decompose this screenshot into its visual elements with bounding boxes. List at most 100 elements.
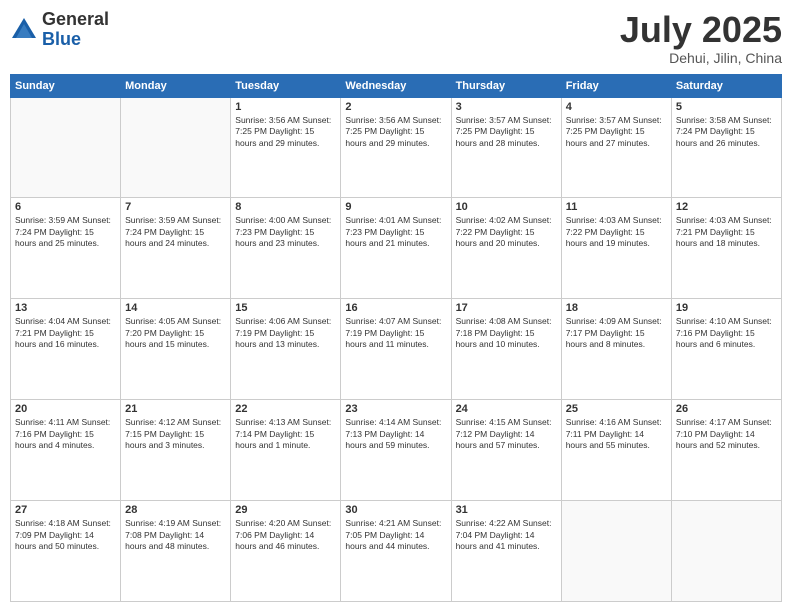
day-number: 16 [345,302,446,314]
day-number: 18 [566,302,667,314]
day-cell: 11 Sunrise: 4:03 AM Sunset: 7:22 PM Dayli… [561,198,671,299]
day-number: 19 [676,302,777,314]
day-info: Sunrise: 4:07 AM Sunset: 7:19 PM Dayligh… [345,316,446,350]
day-info: Sunrise: 4:17 AM Sunset: 7:10 PM Dayligh… [676,417,777,451]
day-number: 13 [15,302,116,314]
day-number: 1 [235,101,336,113]
day-info: Sunrise: 3:59 AM Sunset: 7:24 PM Dayligh… [15,215,116,249]
day-cell: 29 Sunrise: 4:20 AM Sunset: 7:06 PM Dayli… [231,501,341,602]
day-cell: 5 Sunrise: 3:58 AM Sunset: 7:24 PM Daylig… [671,97,781,198]
day-cell: 9Sunrise: 4:01 AM Sunset: 7:23 PM Daylig… [341,198,451,299]
day-info: Sunrise: 4:02 AM Sunset: 7:22 PM Dayligh… [456,215,557,249]
day-info: Sunrise: 4:20 AM Sunset: 7:06 PM Dayligh… [235,518,336,552]
day-info: Sunrise: 4:06 AM Sunset: 7:19 PM Dayligh… [235,316,336,350]
header: General Blue July 2025 Dehui, Jilin, Chi… [10,10,782,66]
day-info: Sunrise: 4:01 AM Sunset: 7:23 PM Dayligh… [345,215,446,249]
day-info: Sunrise: 4:08 AM Sunset: 7:18 PM Dayligh… [456,316,557,350]
day-cell: 18Sunrise: 4:09 AM Sunset: 7:17 PM Dayli… [561,299,671,400]
logo-blue: Blue [42,30,109,50]
day-cell: 12 Sunrise: 4:03 AM Sunset: 7:21 PM Dayli… [671,198,781,299]
week-row-4: 20 Sunrise: 4:11 AM Sunset: 7:16 PM Dayli… [11,400,782,501]
day-info: Sunrise: 3:59 AM Sunset: 7:24 PM Dayligh… [125,215,226,249]
day-cell: 20 Sunrise: 4:11 AM Sunset: 7:16 PM Dayli… [11,400,121,501]
logo-text: General Blue [42,10,109,50]
day-info: Sunrise: 4:12 AM Sunset: 7:15 PM Dayligh… [125,417,226,451]
day-number: 10 [456,201,557,213]
day-info: Sunrise: 3:56 AM Sunset: 7:25 PM Dayligh… [345,115,446,149]
day-number: 15 [235,302,336,314]
day-number: 7 [125,201,226,213]
day-number: 26 [676,403,777,415]
location: Dehui, Jilin, China [620,50,782,66]
day-cell: 1 Sunrise: 3:56 AM Sunset: 7:25 PM Daylig… [231,97,341,198]
day-cell: 22Sunrise: 4:13 AM Sunset: 7:14 PM Dayli… [231,400,341,501]
col-wednesday: Wednesday [341,74,451,97]
day-info: Sunrise: 4:16 AM Sunset: 7:11 PM Dayligh… [566,417,667,451]
day-number: 23 [345,403,446,415]
day-cell: 28Sunrise: 4:19 AM Sunset: 7:08 PM Dayli… [121,501,231,602]
day-cell: 7 Sunrise: 3:59 AM Sunset: 7:24 PM Daylig… [121,198,231,299]
day-number: 11 [566,201,667,213]
logo: General Blue [10,10,109,50]
week-row-1: 1 Sunrise: 3:56 AM Sunset: 7:25 PM Daylig… [11,97,782,198]
day-number: 6 [15,201,116,213]
day-cell: 27 Sunrise: 4:18 AM Sunset: 7:09 PM Dayli… [11,501,121,602]
week-row-5: 27 Sunrise: 4:18 AM Sunset: 7:09 PM Dayli… [11,501,782,602]
day-number: 5 [676,101,777,113]
col-sunday: Sunday [11,74,121,97]
title-block: July 2025 Dehui, Jilin, China [620,10,782,66]
day-info: Sunrise: 4:15 AM Sunset: 7:12 PM Dayligh… [456,417,557,451]
day-info: Sunrise: 4:14 AM Sunset: 7:13 PM Dayligh… [345,417,446,451]
week-row-2: 6 Sunrise: 3:59 AM Sunset: 7:24 PM Daylig… [11,198,782,299]
day-number: 24 [456,403,557,415]
day-number: 12 [676,201,777,213]
day-info: Sunrise: 3:56 AM Sunset: 7:25 PM Dayligh… [235,115,336,149]
day-cell: 26 Sunrise: 4:17 AM Sunset: 7:10 PM Dayli… [671,400,781,501]
day-cell: 19 Sunrise: 4:10 AM Sunset: 7:16 PM Dayli… [671,299,781,400]
day-info: Sunrise: 4:10 AM Sunset: 7:16 PM Dayligh… [676,316,777,350]
day-number: 2 [345,101,446,113]
calendar: Sunday Monday Tuesday Wednesday Thursday… [10,74,782,602]
month-title: July 2025 [620,10,782,50]
logo-icon [10,16,38,44]
day-cell: 24 Sunrise: 4:15 AM Sunset: 7:12 PM Dayli… [451,400,561,501]
day-info: Sunrise: 4:05 AM Sunset: 7:20 PM Dayligh… [125,316,226,350]
day-number: 20 [15,403,116,415]
day-cell: 16 Sunrise: 4:07 AM Sunset: 7:19 PM Dayli… [341,299,451,400]
col-monday: Monday [121,74,231,97]
day-info: Sunrise: 4:18 AM Sunset: 7:09 PM Dayligh… [15,518,116,552]
col-friday: Friday [561,74,671,97]
day-cell: 21Sunrise: 4:12 AM Sunset: 7:15 PM Dayli… [121,400,231,501]
col-saturday: Saturday [671,74,781,97]
day-number: 31 [456,504,557,516]
day-number: 8 [235,201,336,213]
day-cell [561,501,671,602]
day-info: Sunrise: 4:11 AM Sunset: 7:16 PM Dayligh… [15,417,116,451]
day-cell: 10 Sunrise: 4:02 AM Sunset: 7:22 PM Dayli… [451,198,561,299]
day-number: 14 [125,302,226,314]
day-cell: 17 Sunrise: 4:08 AM Sunset: 7:18 PM Dayli… [451,299,561,400]
day-cell: 3Sunrise: 3:57 AM Sunset: 7:25 PM Daylig… [451,97,561,198]
page: General Blue July 2025 Dehui, Jilin, Chi… [0,0,792,612]
header-row: Sunday Monday Tuesday Wednesday Thursday… [11,74,782,97]
day-number: 28 [125,504,226,516]
day-number: 17 [456,302,557,314]
day-info: Sunrise: 4:03 AM Sunset: 7:21 PM Dayligh… [676,215,777,249]
day-cell [11,97,121,198]
day-cell: 25 Sunrise: 4:16 AM Sunset: 7:11 PM Dayli… [561,400,671,501]
day-info: Sunrise: 4:21 AM Sunset: 7:05 PM Dayligh… [345,518,446,552]
day-cell: 14 Sunrise: 4:05 AM Sunset: 7:20 PM Dayli… [121,299,231,400]
day-number: 25 [566,403,667,415]
day-cell: 8 Sunrise: 4:00 AM Sunset: 7:23 PM Daylig… [231,198,341,299]
day-number: 29 [235,504,336,516]
day-info: Sunrise: 3:58 AM Sunset: 7:24 PM Dayligh… [676,115,777,149]
week-row-3: 13Sunrise: 4:04 AM Sunset: 7:21 PM Dayli… [11,299,782,400]
logo-general: General [42,10,109,30]
day-cell: 15 Sunrise: 4:06 AM Sunset: 7:19 PM Dayli… [231,299,341,400]
day-number: 27 [15,504,116,516]
day-cell: 4Sunrise: 3:57 AM Sunset: 7:25 PM Daylig… [561,97,671,198]
day-info: Sunrise: 4:03 AM Sunset: 7:22 PM Dayligh… [566,215,667,249]
day-info: Sunrise: 4:00 AM Sunset: 7:23 PM Dayligh… [235,215,336,249]
day-number: 30 [345,504,446,516]
col-tuesday: Tuesday [231,74,341,97]
